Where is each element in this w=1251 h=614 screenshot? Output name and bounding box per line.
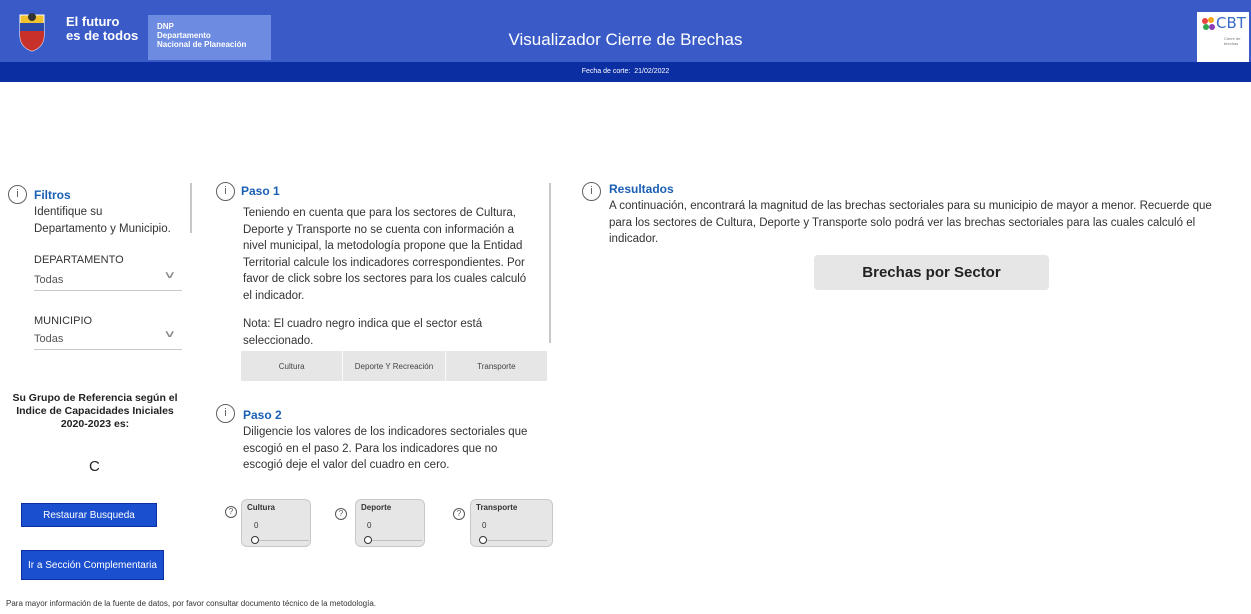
restaurar-busqueda-button[interactable]: Restaurar Busqueda bbox=[21, 503, 157, 527]
municipio-select-underline bbox=[34, 349, 182, 350]
grupo-referencia-value: C bbox=[89, 458, 100, 475]
transporte-slider-track[interactable] bbox=[487, 540, 547, 541]
cultura-slider-track[interactable] bbox=[259, 540, 309, 541]
help-icon[interactable]: ? bbox=[335, 508, 347, 520]
paso2-title: Paso 2 bbox=[243, 408, 282, 422]
divider bbox=[190, 183, 192, 233]
filtros-title: Filtros bbox=[34, 188, 71, 202]
paso2-description: Diligencie los valores de los indicadore… bbox=[243, 426, 528, 471]
cultura-card-title: Cultura bbox=[247, 503, 275, 512]
departamento-select-value[interactable]: Todas bbox=[34, 274, 63, 286]
sector-selector: Cultura Deporte Y Recreación Transporte bbox=[241, 351, 547, 381]
filtros-info-icon[interactable]: i bbox=[8, 185, 27, 204]
sector-deporte-button[interactable]: Deporte Y Recreación bbox=[343, 351, 446, 381]
municipio-label: MUNICIPIO bbox=[34, 315, 93, 327]
paso1-nota: Nota: El cuadro negro indica que el sect… bbox=[243, 318, 483, 347]
municipio-select-value[interactable]: Todas bbox=[34, 333, 63, 345]
grupo-referencia-text: Su Grupo de Referencia según el Indice d… bbox=[12, 392, 178, 430]
seccion-complementaria-button[interactable]: Ir a Sección Complementaria bbox=[21, 550, 164, 580]
brechas-por-sector-button[interactable]: Brechas por Sector bbox=[814, 255, 1049, 290]
divider bbox=[549, 183, 551, 343]
filtros-description: Identifique su Departamento y Municipio. bbox=[34, 206, 171, 235]
paso1-title: Paso 1 bbox=[241, 184, 280, 198]
deporte-card-value[interactable]: 0 bbox=[367, 521, 371, 530]
cultura-slider-handle[interactable] bbox=[251, 536, 259, 544]
transporte-card-value[interactable]: 0 bbox=[482, 521, 486, 530]
cbt-logo-text: CBT bbox=[1216, 14, 1246, 32]
footer-note: Para mayor información de la fuente de d… bbox=[6, 599, 376, 608]
sector-cultura-button[interactable]: Cultura bbox=[241, 351, 344, 381]
deporte-slider-track[interactable] bbox=[372, 540, 422, 541]
paso1-info-icon[interactable]: i bbox=[216, 182, 235, 201]
date-cut: Fecha de corte: 21/02/2022 bbox=[581, 68, 670, 75]
resultados-info-icon[interactable]: i bbox=[582, 182, 601, 201]
sector-transporte-button[interactable]: Transporte bbox=[446, 351, 547, 381]
cbt-hand-icon bbox=[1202, 17, 1215, 30]
deporte-slider-handle[interactable] bbox=[364, 536, 372, 544]
transporte-slider-handle[interactable] bbox=[479, 536, 487, 544]
cultura-card-value[interactable]: 0 bbox=[254, 521, 258, 530]
help-icon[interactable]: ? bbox=[453, 508, 465, 520]
resultados-description: A continuación, encontrará la magnitud d… bbox=[609, 200, 1212, 245]
paso1-description: Teniendo en cuenta que para los sectores… bbox=[243, 207, 527, 302]
paso2-info-icon[interactable]: i bbox=[216, 404, 235, 423]
transporte-card-title: Transporte bbox=[476, 503, 518, 512]
deporte-card-title: Deporte bbox=[361, 503, 392, 512]
cbt-logo-subtitle: Cierre de brechas bbox=[1224, 36, 1241, 46]
chevron-down-icon[interactable]: ∨ bbox=[163, 270, 176, 281]
departamento-label: DEPARTAMENTO bbox=[34, 254, 124, 266]
page-title: Visualizador Cierre de Brechas bbox=[508, 30, 743, 49]
departamento-select-underline bbox=[34, 290, 182, 291]
chevron-down-icon[interactable]: ∨ bbox=[163, 329, 176, 340]
help-icon[interactable]: ? bbox=[225, 506, 237, 518]
resultados-title: Resultados bbox=[609, 182, 674, 196]
